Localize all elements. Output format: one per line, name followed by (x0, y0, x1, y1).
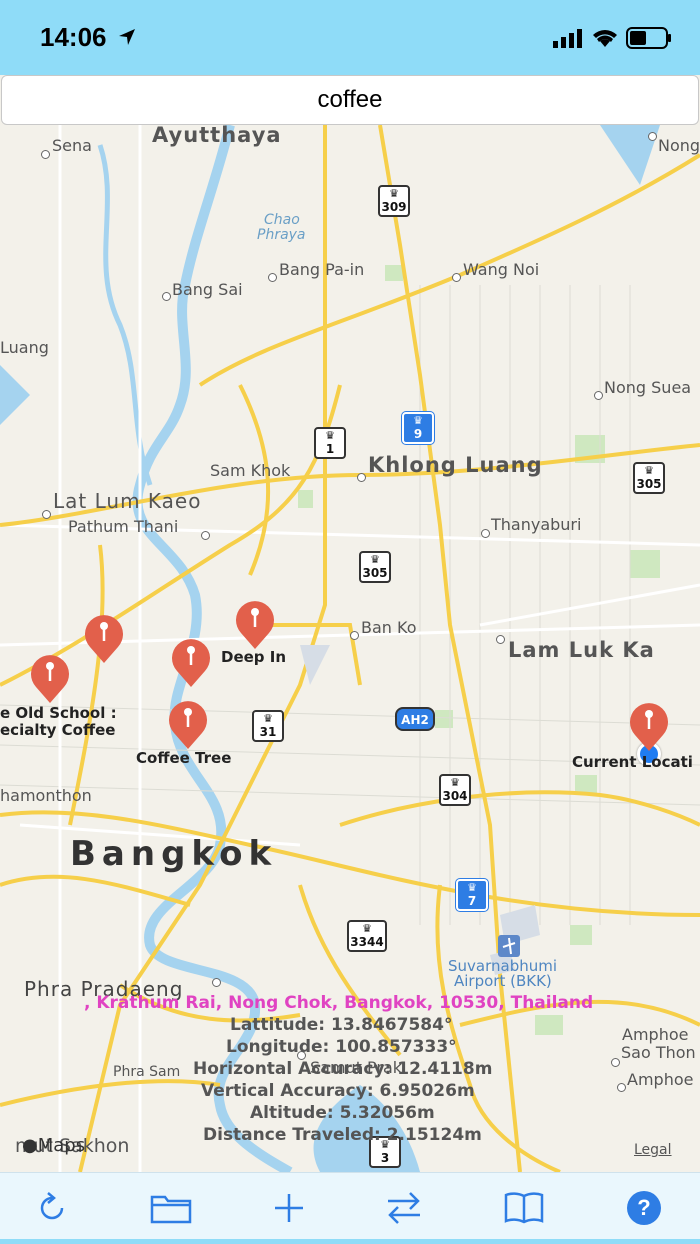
folder-button[interactable] (146, 1183, 196, 1233)
pin-label-coffee-tree: Coffee Tree (136, 749, 232, 767)
status-time: 14:06 (40, 22, 107, 52)
place-dot (162, 292, 171, 301)
info-distance-traveled: Distance Traveled: 2.15124m (203, 1125, 482, 1145)
info-vertical-accuracy: Vertical Accuracy: 6.95026m (201, 1081, 475, 1101)
pin-label-deep-in: Deep In (221, 648, 287, 666)
highway-shield: 9 (402, 412, 434, 444)
place-dot (201, 531, 210, 540)
pin-label-current-location: Current Locati (572, 753, 693, 771)
highway-shield: 304 (439, 774, 471, 806)
bookmarks-button[interactable] (499, 1183, 549, 1233)
highway-shield: 305 (359, 551, 391, 583)
info-address: , Krathum Rai, Nong Chok, Bangkok, 10530… (84, 993, 594, 1013)
place-label-bang-pa-in: Bang Pa-in (279, 260, 365, 279)
battery-icon (626, 27, 671, 49)
place-dot (452, 273, 461, 282)
map-pin-old-school[interactable] (26, 649, 74, 705)
place-label-thamonthon: hamonthon (0, 786, 92, 805)
place-dot (357, 473, 366, 482)
place-label-khlong-luang: Khlong Luang (368, 453, 543, 477)
place-dot (496, 635, 505, 644)
highway-shield: 3344 (347, 920, 387, 952)
place-label-sam-khok: Sam Khok (210, 461, 291, 480)
place-label-ban-ko: Ban Ko (361, 618, 417, 637)
map-pin-coffee-tree[interactable] (164, 695, 212, 751)
highway-shield: 305 (633, 462, 665, 494)
help-button[interactable]: ? (619, 1183, 669, 1233)
book-icon (504, 1192, 544, 1224)
map-pin-deep-in[interactable] (231, 595, 279, 651)
add-button[interactable] (264, 1183, 314, 1233)
place-label-ayutthaya: Ayutthaya (152, 125, 282, 147)
wifi-icon (593, 30, 617, 47)
highway-shield-ah2: AH2 (395, 707, 435, 731)
cellular-signal-icon (553, 29, 582, 48)
place-dot (611, 1058, 620, 1067)
info-longitude: Longitude: 100.857333° (226, 1037, 457, 1057)
place-label-phra-samut: Phra Sam (113, 1064, 181, 1080)
place-label-nong-suea: Nong Suea (604, 378, 692, 397)
place-label-amphoe-sao: Amphoe (622, 1025, 689, 1044)
map-pin-current-location[interactable] (625, 697, 673, 753)
place-dot (41, 150, 50, 159)
home-indicator-bar (0, 1239, 700, 1244)
place-label-wang-noi: Wang Noi (463, 260, 540, 279)
plus-icon (275, 1194, 303, 1222)
pin-label-old-school: e Old School : (0, 704, 117, 722)
place-label-sena: Sena (52, 136, 92, 155)
folder-icon (150, 1195, 192, 1224)
info-horizontal-accuracy: Horizontal Accuracy: 12.4118m (193, 1059, 493, 1079)
place-label-pathum-thani: Pathum Thani (68, 517, 179, 536)
place-label-bang-sai: Bang Sai (172, 280, 243, 299)
highway-shield: 309 (378, 185, 410, 217)
place-label-thanyaburi: Thanyaburi (491, 515, 582, 534)
place-dot (42, 510, 51, 519)
place-dot (617, 1083, 626, 1092)
info-latitude: Lattitude: 13.8467584° (230, 1015, 453, 1035)
place-label-suvarnabhumi-airport: Airport (BKK) (454, 972, 552, 990)
refresh-button[interactable] (27, 1183, 77, 1233)
place-label-amphoe: Amphoe (627, 1070, 694, 1089)
place-dot (481, 529, 490, 538)
refresh-icon (40, 1192, 64, 1220)
swap-button[interactable] (379, 1183, 429, 1233)
place-dot (350, 631, 359, 640)
legal-link[interactable]: Legal (634, 1141, 672, 1159)
highway-shield: 31 (252, 710, 284, 742)
place-label-lat-lum-kaeo: Lat Lum Kaeo (53, 489, 202, 513)
highway-shield: 1 (314, 427, 346, 459)
search-input[interactable]: coffee (1, 75, 699, 125)
info-altitude: Altitude: 5.32056m (250, 1103, 435, 1123)
pin-label-specialty-coffee: ecialty Coffee (0, 721, 116, 739)
place-label-lam-luk-ka: Lam Luk Ka (508, 638, 655, 662)
maps-logo: ●Maps (22, 1137, 85, 1155)
place-dot (212, 978, 221, 987)
highway-shield: 7 (456, 879, 488, 911)
map-view[interactable]: Sena Ayutthaya Nong Chao Phraya Bang Pa-… (0, 125, 700, 1172)
place-dot (594, 391, 603, 400)
status-bar: 14:06 (0, 0, 700, 75)
maps-logo-text: Maps (37, 1135, 86, 1156)
river-label-phraya: Phraya (257, 227, 306, 243)
map-pin[interactable] (167, 633, 215, 689)
swap-arrows-icon (388, 1192, 420, 1224)
place-label-nong: Nong (658, 136, 700, 155)
help-label: ? (637, 1195, 651, 1220)
place-dot (648, 132, 657, 141)
place-dot (268, 273, 277, 282)
location-arrow-icon (119, 29, 135, 45)
apple-logo-icon: ● (22, 1135, 38, 1156)
place-label-sao-thon: Sao Thon (621, 1043, 696, 1062)
bottom-toolbar: ? (0, 1172, 700, 1244)
map-pin[interactable] (80, 609, 128, 665)
place-label-luang: Luang (0, 338, 49, 357)
place-label-bangkok: Bangkok (70, 834, 278, 874)
